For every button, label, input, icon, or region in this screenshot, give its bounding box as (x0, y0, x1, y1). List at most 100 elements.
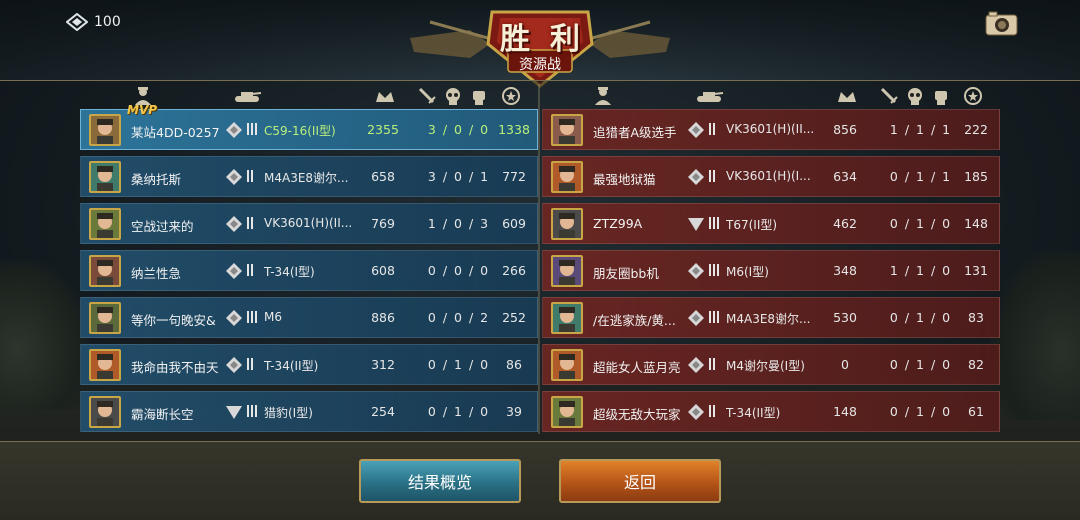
avatar[interactable] (89, 161, 121, 193)
avatar[interactable] (89, 349, 121, 381)
player-row[interactable]: 霸海断长空 猎豹(I型) 254 0 / 1 / 0 39 (80, 391, 538, 432)
score-value: 886 (371, 310, 395, 325)
kda-value: 0 / 1 / 0 (427, 357, 489, 372)
score-value: 148 (833, 404, 857, 419)
score-value: 348 (833, 263, 857, 278)
rank-icon (225, 168, 243, 186)
player-row[interactable]: MVP 某站4DD-0257 C59-16(II型) 2355 3 / 0 / 0 133… (80, 103, 538, 150)
rank-icon (225, 262, 243, 280)
player-row[interactable]: 朋友圈bb机 M6(I型) 348 1 / 1 / 0 131 (542, 250, 1000, 291)
avatar[interactable] (551, 208, 583, 240)
tier-bars-icon (709, 311, 719, 325)
avatar[interactable] (89, 208, 121, 240)
avatar[interactable] (551, 302, 583, 334)
star-badge-icon (502, 87, 520, 105)
player-row[interactable]: 桑纳托斯 M4A3E8谢尔... 658 3 / 0 / 1 772 (80, 156, 538, 197)
tank-name: M6(I型) (726, 265, 769, 279)
points-value: 131 (964, 263, 988, 278)
tank-name: T-34(I型) (264, 265, 315, 279)
kda-value: 0 / 0 / 0 (427, 263, 489, 278)
player-row[interactable]: 追猎者A级选手 VK3601(H)(II... 856 1 / 1 / 1 222 (542, 109, 1000, 150)
kda-value: 1 / 0 / 3 (427, 216, 489, 231)
tier-bars-icon (709, 217, 719, 231)
game-mode-label: 资源战 (519, 57, 561, 73)
player-row[interactable]: /在逃家族/黄... M4A3E8谢尔... 530 0 / 1 / 0 83 (542, 297, 1000, 338)
score-value: 0 (841, 357, 849, 372)
tier-bars-icon (709, 123, 715, 137)
points-value: 222 (964, 122, 988, 137)
points-value: 266 (502, 263, 526, 278)
player-row[interactable]: 纳兰性急 T-34(I型) 608 0 / 0 / 0 266 (80, 250, 538, 291)
avatar[interactable] (89, 396, 121, 428)
kda-value: 3 / 0 / 0 (427, 122, 489, 137)
player-name: 等你一句晚安& (131, 313, 216, 328)
tier-bars-icon (247, 311, 257, 325)
tier-bars-icon (247, 170, 253, 184)
kda-value: 1 / 1 / 0 (889, 263, 951, 278)
score-value: 658 (371, 169, 395, 184)
points-value: 185 (964, 169, 988, 184)
player-name: 最强地狱猫 (593, 172, 656, 187)
player-name: 纳兰性急 (131, 266, 182, 281)
player-row[interactable]: 我命由我不由天 T-34(II型) 312 0 / 1 / 0 86 (80, 344, 538, 385)
kda-value: 0 / 1 / 1 (889, 169, 951, 184)
skull-icon (908, 88, 922, 105)
avatar[interactable] (89, 302, 121, 334)
score-value: 608 (371, 263, 395, 278)
avatar[interactable] (551, 114, 583, 146)
commander-icon (595, 87, 611, 105)
tier-bars-icon (709, 170, 715, 184)
tank-name: M6 (264, 310, 282, 324)
avatar[interactable] (551, 161, 583, 193)
rank-icon (687, 215, 705, 233)
result-overview-button[interactable]: 结果概览 (359, 459, 521, 503)
avatar[interactable] (551, 255, 583, 287)
tank-icon (235, 92, 262, 102)
points-value: 61 (968, 404, 984, 419)
player-name: 桑纳托斯 (131, 172, 182, 187)
score-value: 634 (833, 169, 857, 184)
score-value: 462 (833, 216, 857, 231)
points-value: 82 (968, 357, 984, 372)
player-row[interactable]: 最强地狱猫 VK3601(H)(I... 634 0 / 1 / 1 185 (542, 156, 1000, 197)
camera-icon[interactable] (985, 10, 1018, 36)
rank-icon (687, 262, 705, 280)
tank-name: M4A3E8谢尔... (264, 171, 349, 185)
player-row[interactable]: ZTZ99A T67(II型) 462 0 / 1 / 0 148 (542, 203, 1000, 244)
red-team-list: 追猎者A级选手 VK3601(H)(II... 856 1 / 1 / 1 222 最强地… (542, 109, 1000, 438)
tank-name: VK3601(H)(I... (726, 169, 811, 183)
points-value: 609 (502, 216, 526, 231)
tier-bars-icon (709, 264, 719, 278)
red-column-headers (542, 86, 1000, 106)
player-row[interactable]: 空战过来的 VK3601(H)(II... 769 1 / 0 / 3 609 (80, 203, 538, 244)
avatar[interactable] (89, 255, 121, 287)
victory-title: 胜利 (500, 22, 600, 57)
rank-icon (225, 356, 243, 374)
player-name: 追猎者A级选手 (593, 125, 677, 140)
avatar[interactable] (551, 349, 583, 381)
rank-icon (687, 403, 705, 421)
avatar[interactable] (551, 396, 583, 428)
back-button[interactable]: 返回 (559, 459, 721, 503)
player-row[interactable]: 超能女人蓝月亮 M4谢尔曼(I型) 0 0 / 1 / 0 82 (542, 344, 1000, 385)
player-row[interactable]: 超级无敌大玩家 T-34(II型) 148 0 / 1 / 0 61 (542, 391, 1000, 432)
diamond-icon (66, 13, 88, 31)
kda-value: 0 / 1 / 0 (889, 357, 951, 372)
tank-name: VK3601(H)(II... (726, 122, 815, 136)
kda-value: 3 / 0 / 1 (427, 169, 489, 184)
player-name: 朋友圈bb机 (593, 266, 659, 281)
points-value: 772 (502, 169, 526, 184)
rank-icon (225, 215, 243, 233)
score-value: 312 (371, 357, 395, 372)
avatar[interactable] (89, 114, 121, 146)
kda-value: 0 / 1 / 0 (889, 310, 951, 325)
kda-value: 1 / 1 / 1 (889, 122, 951, 137)
player-name: ZTZ99A (593, 216, 643, 231)
score-value: 769 (371, 216, 395, 231)
mvp-badge: MVP (127, 103, 158, 117)
team-divider (538, 84, 540, 434)
fist-icon (473, 91, 485, 105)
player-row[interactable]: 等你一句晚安& M6 886 0 / 0 / 2 252 (80, 297, 538, 338)
currency-counter: 100 (66, 13, 121, 31)
score-value: 856 (833, 122, 857, 137)
